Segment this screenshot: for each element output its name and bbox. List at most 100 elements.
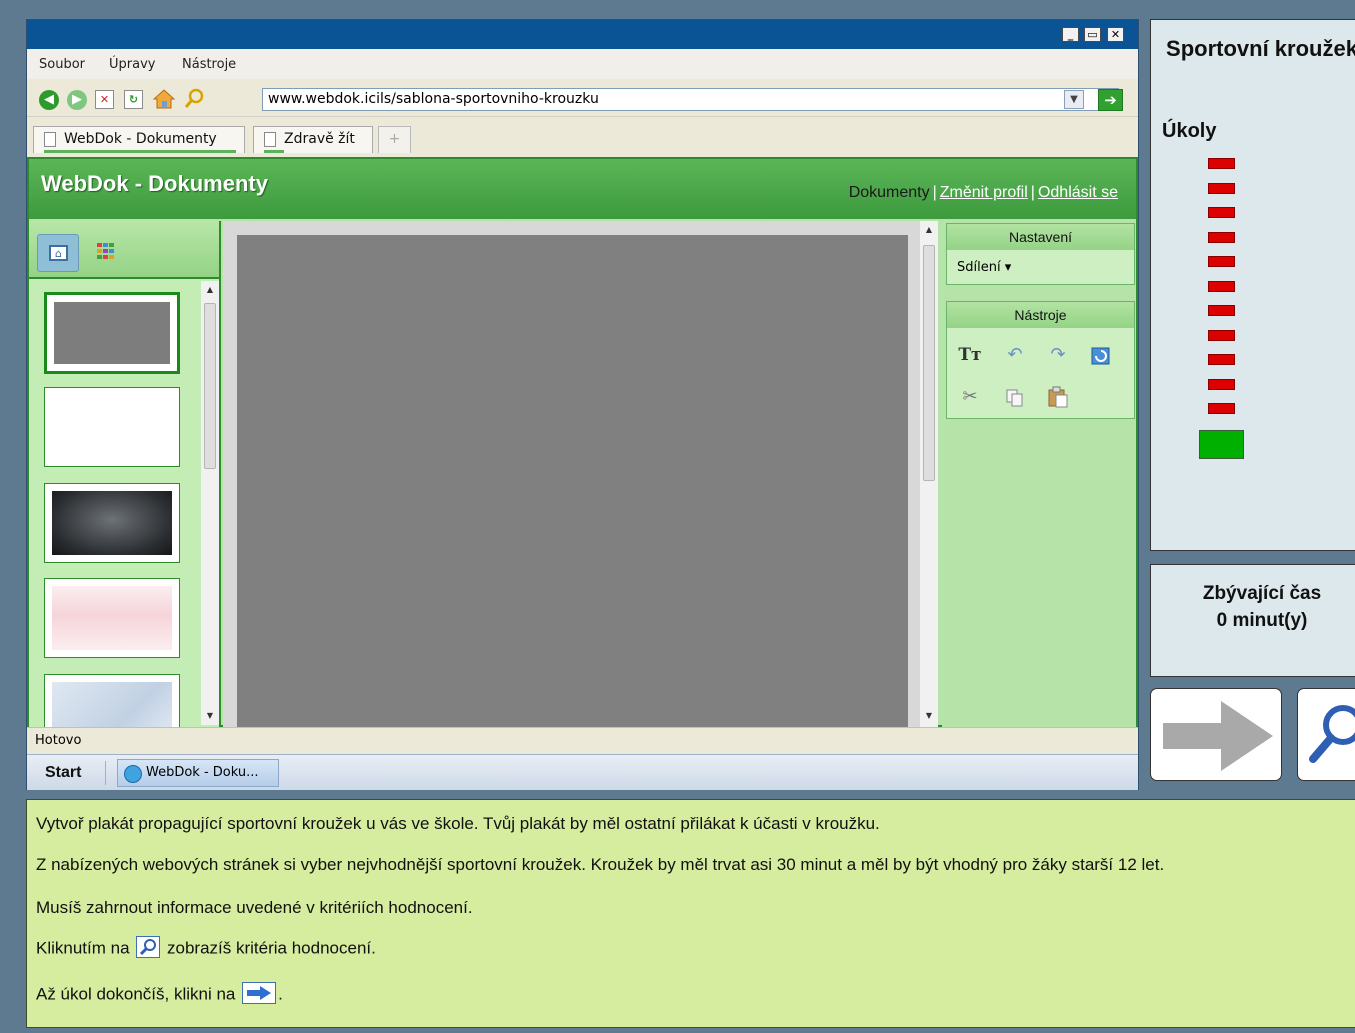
timer-label: Zbývající čas 0 minut(y) [1151,580,1355,634]
logout-link[interactable]: Odhlásit se [1038,184,1118,201]
settings-panel: Nastavení Sdílení ▾ [946,223,1135,285]
timer-value: 0 minut(y) [1216,610,1308,631]
menu-nastroje[interactable]: Nástroje [182,57,236,72]
menu-bar: Soubor Úpravy Nástroje [27,49,1138,79]
rotate-icon[interactable] [1087,342,1113,368]
minimize-button[interactable]: _ [1062,27,1079,42]
task-marker [1208,182,1235,194]
tab-label: Zdravě žít [284,131,355,147]
copy-icon[interactable] [1002,384,1028,410]
task-progress-panel: Sportovní kroužek Úkoly [1150,19,1355,551]
instruction-line-4: Kliknutím na zobrazíš kritéria hodnocení… [36,936,376,960]
settings-panel-title: Nastavení [947,224,1134,250]
menu-upravy[interactable]: Úpravy [109,57,155,72]
thumbnails-scrollbar[interactable]: ▲ ▼ [201,281,219,725]
app-nav-links: Dokumenty | Změnit profil | Odhlásit se [848,184,1118,201]
slide-thumbnail-5[interactable] [44,674,180,727]
grid-view-icon[interactable] [97,243,115,259]
instructions-panel: Vytvoř plakát propagující sportovní krou… [26,799,1355,1028]
url-dropdown-icon[interactable]: ▼ [1064,90,1084,109]
slide-thumbnail-2[interactable] [44,387,180,467]
webdok-app: WebDok - Dokumenty Dokumenty | Změnit prof… [27,157,1138,727]
active-tab-underline [44,150,236,153]
task-marker [1208,207,1235,218]
restore-button[interactable]: ▭ [1084,27,1101,42]
documents-link[interactable]: Dokumenty [849,184,930,201]
back-icon[interactable]: ◀ [39,90,59,110]
task-marker-current [1199,429,1244,459]
tab-zdrave-zit[interactable]: Zdravě žít [253,126,373,153]
task-marker [1208,378,1235,390]
inline-arrow-icon [242,982,277,1004]
go-button[interactable]: ➔ [1098,89,1123,111]
taskbar: Start WebDok - Doku... [27,754,1138,790]
task-marker [1208,354,1235,365]
criteria-search-button[interactable] [1297,688,1355,781]
slide-thumbnail-4[interactable] [44,578,180,658]
scroll-up-icon[interactable]: ▲ [920,221,938,239]
side-panels: Nastavení Sdílení ▾ Nástroje Tт ↶ ↷ ✂ [942,221,1136,727]
tasks-label: Úkoly [1162,120,1217,142]
next-button[interactable] [1150,688,1282,781]
slide-canvas[interactable] [237,235,908,727]
url-field[interactable]: www.webdok.icils/sablona-sportovniho-kro… [262,88,1119,111]
sharing-dropdown[interactable]: Sdílení ▾ [957,260,1011,275]
document-icon [264,132,276,147]
tab-bar: WebDok - Dokumenty Zdravě žít + [27,118,1138,153]
close-button[interactable]: ✕ [1107,27,1124,42]
instruction-line-2: Z nabízených webových stránek si vyber n… [36,855,1165,874]
inline-magnifier-icon [136,936,161,958]
app-title: WebDok - Dokumenty [41,171,268,196]
home-view-icon: ⌂ [49,245,68,261]
task-marker [1208,403,1235,414]
start-button[interactable]: Start [45,764,81,782]
tab-webdok-dokumenty[interactable]: WebDok - Dokumenty [33,126,245,153]
task-marker [1208,256,1235,267]
instruction-line-5: Až úkol dokončíš, klikni na . [36,982,283,1006]
timer-panel: Zbývající čas 0 minut(y) [1150,564,1355,677]
editor-area: ▲ ▼ [223,221,938,727]
search-icon[interactable] [183,88,205,110]
slide-thumbnail-3[interactable] [44,483,180,563]
scroll-thumb[interactable] [204,303,216,469]
redo-icon[interactable]: ↷ [1045,342,1071,368]
cut-icon[interactable]: ✂ [957,384,983,410]
instruction-text: . [278,984,283,1004]
scroll-down-icon[interactable]: ▼ [920,707,938,725]
taskbar-item-label: WebDok - Doku... [146,765,259,780]
taskbar-item-webdok[interactable]: WebDok - Doku... [117,759,279,787]
tab-label: WebDok - Dokumenty [64,131,217,147]
home-view-button[interactable]: ⌂ [37,234,79,272]
menu-soubor[interactable]: Soubor [39,57,85,72]
slide-thumbnail-list [29,281,201,727]
scroll-down-icon[interactable]: ▼ [201,707,219,725]
arrow-right-icon [1163,701,1273,771]
status-text: Hotovo [35,733,82,748]
undo-icon[interactable]: ↶ [1002,342,1028,368]
instruction-line-3: Musíš zahrnout informace uvedené v krité… [36,898,473,917]
instruction-text: zobrazíš kritéria hodnocení. [167,938,376,958]
status-bar: Hotovo [27,727,1138,753]
new-tab-button[interactable]: + [378,126,411,153]
task-marker [1208,158,1235,169]
scroll-up-icon[interactable]: ▲ [201,281,219,299]
app-header: WebDok - Dokumenty Dokumenty | Změnit prof… [29,159,1136,219]
change-profile-link[interactable]: Změnit profil [940,184,1028,201]
instruction-text: Kliknutím na [36,938,130,958]
refresh-icon[interactable]: ↻ [124,90,143,109]
document-icon [44,132,56,147]
address-toolbar: ◀ ▶ ✕ ↻ www.webdok.icils/sablona-sportov… [27,80,1138,117]
tools-panel-title: Nástroje [947,302,1134,328]
timer-title: Zbývající čas [1202,583,1322,604]
slide-thumbnail-1[interactable] [44,292,180,374]
scroll-thumb[interactable] [923,245,935,481]
text-format-icon[interactable]: Tт [957,342,983,368]
stop-icon[interactable]: ✕ [95,90,114,109]
home-icon[interactable] [152,88,176,110]
task-marker [1208,231,1235,243]
forward-icon[interactable]: ▶ [67,90,87,110]
canvas-scrollbar[interactable]: ▲ ▼ [920,221,938,727]
magnifier-icon [1309,705,1355,763]
paste-icon[interactable] [1045,384,1071,410]
task-marker [1208,280,1235,292]
